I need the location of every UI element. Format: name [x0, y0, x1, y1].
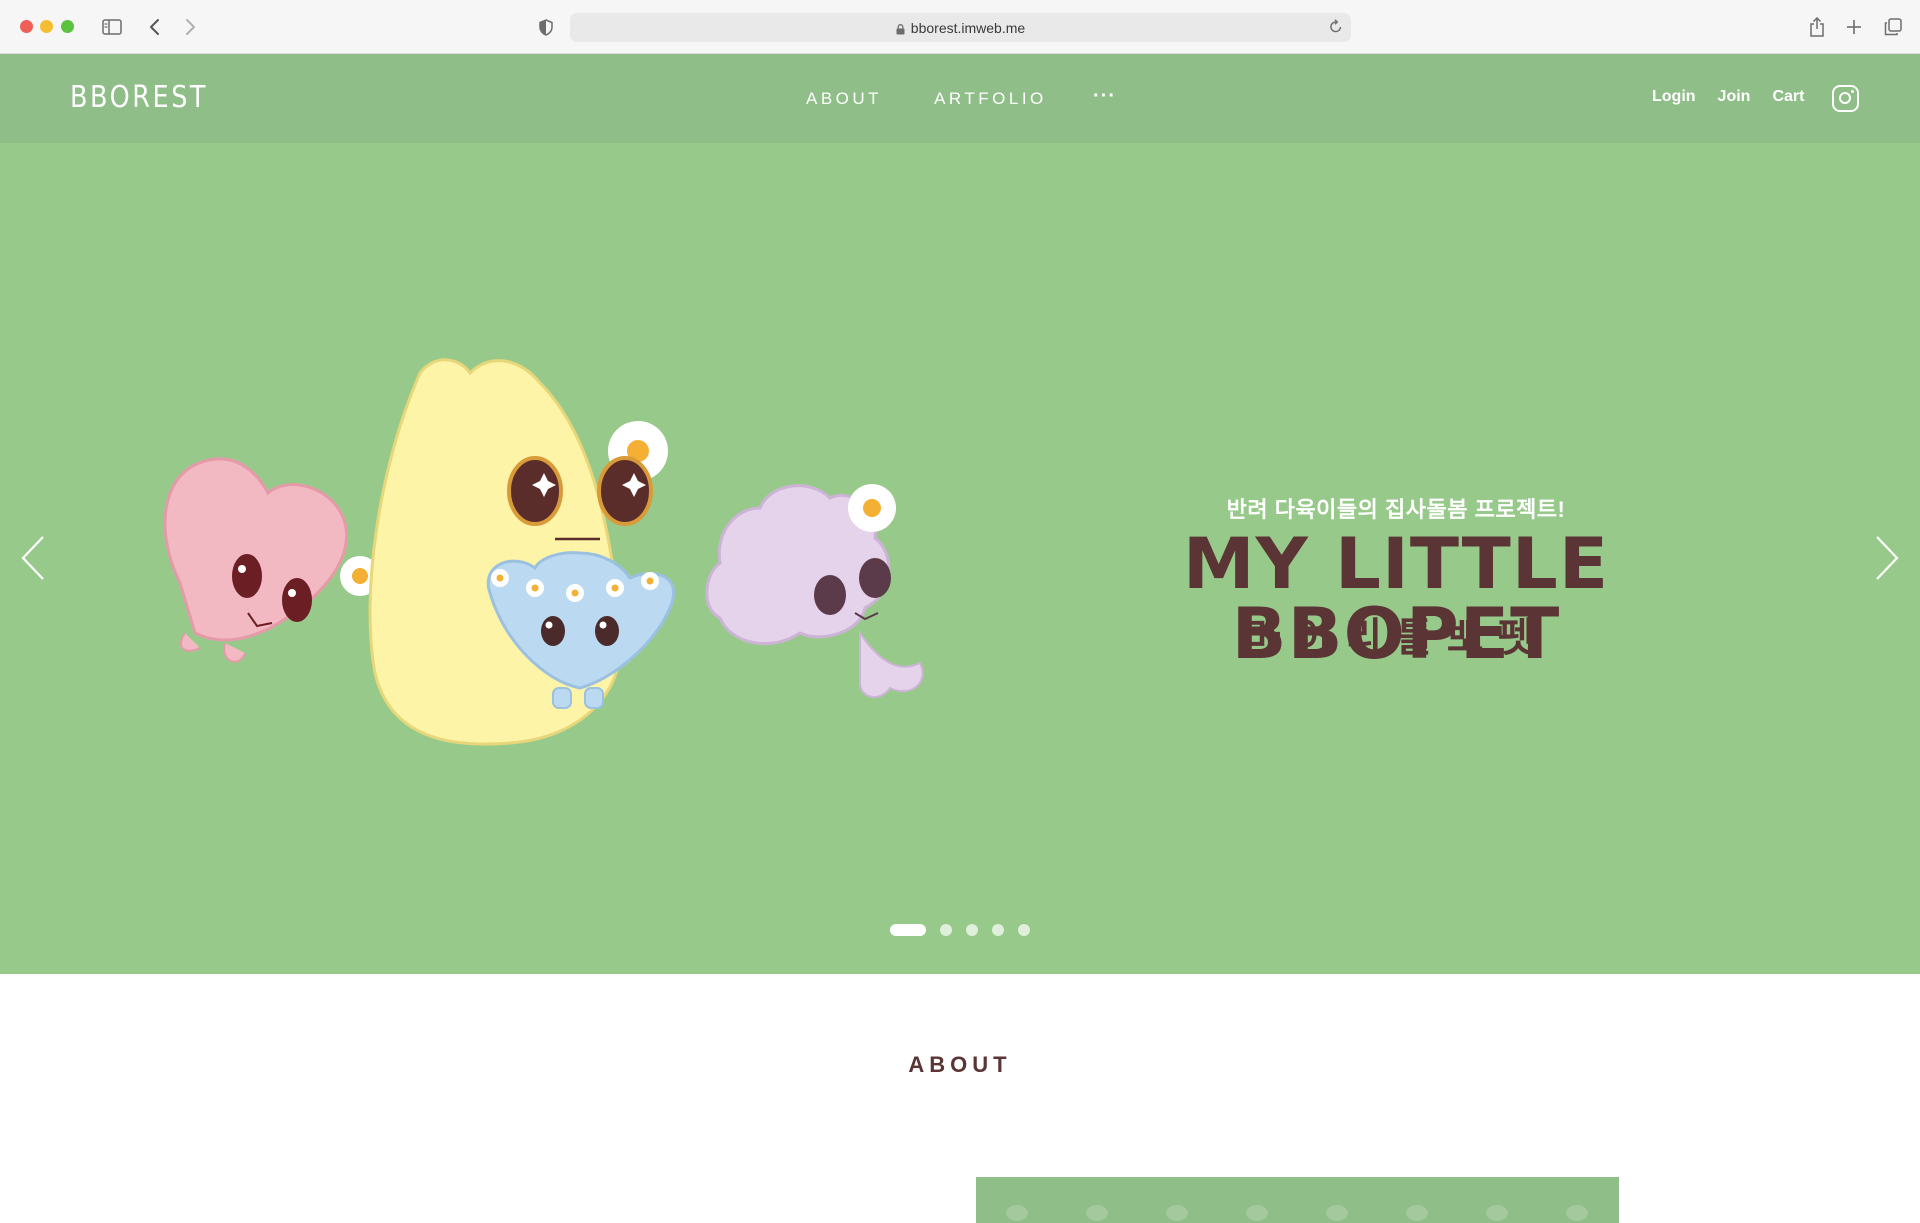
- hero-title-korean: 마이리틀뽀펫: [1243, 616, 1549, 660]
- hero-subtitle: 반려 다육이들의 집사돌봄 프로젝트!: [1226, 497, 1566, 522]
- image-pattern: [1406, 1205, 1428, 1221]
- hero-slider: 반려 다육이들의 집사돌봄 프로젝트! MY LITTLE BBOPET 마이리…: [0, 143, 1920, 974]
- about-section-title: ABOUT: [908, 1052, 1012, 1077]
- slider-prev-arrow-icon[interactable]: [18, 533, 48, 583]
- image-pattern: [1486, 1205, 1508, 1221]
- close-window-button[interactable]: [20, 20, 33, 33]
- tab-overview-icon[interactable]: [1882, 16, 1904, 38]
- user-links: Login Join Cart: [1652, 88, 1804, 106]
- slider-dot-1[interactable]: [890, 924, 926, 936]
- address-bar[interactable]: bborest.imweb.me: [570, 13, 1351, 42]
- slider-dot-3[interactable]: [966, 924, 978, 936]
- back-icon[interactable]: [143, 16, 165, 38]
- instagram-icon[interactable]: [1832, 85, 1859, 112]
- image-pattern: [1006, 1205, 1028, 1221]
- main-nav: ABOUT ARTFOLIO: [806, 89, 1047, 109]
- sidebar-toggle-icon[interactable]: [101, 16, 123, 38]
- yellow-fluffy-character: [368, 358, 668, 746]
- site-logo[interactable]: BBOREST: [70, 80, 208, 115]
- image-pattern: [1086, 1205, 1108, 1221]
- minimize-window-button[interactable]: [40, 20, 53, 33]
- site-header: BBOREST ABOUT ARTFOLIO ··· Login Join Ca…: [0, 54, 1920, 143]
- nav-more-menu[interactable]: ···: [1093, 85, 1116, 108]
- about-image: [976, 1177, 1619, 1223]
- forward-icon[interactable]: [180, 16, 202, 38]
- pink-heart-character: [163, 457, 380, 663]
- cart-link[interactable]: Cart: [1772, 88, 1804, 106]
- join-link[interactable]: Join: [1718, 88, 1751, 106]
- lock-icon: [896, 22, 905, 35]
- slider-next-arrow-icon[interactable]: [1872, 533, 1902, 583]
- purple-flower-character: [705, 484, 924, 698]
- share-icon[interactable]: [1806, 16, 1828, 38]
- image-pattern: [1566, 1205, 1588, 1221]
- image-pattern: [1166, 1205, 1188, 1221]
- slider-dot-4[interactable]: [992, 924, 1004, 936]
- bbopet-characters-illustration: [163, 358, 924, 746]
- browser-toolbar: bborest.imweb.me: [0, 0, 1920, 54]
- nav-artfolio[interactable]: ARTFOLIO: [934, 89, 1047, 109]
- slider-dot-2[interactable]: [940, 924, 952, 936]
- zoom-window-button[interactable]: [61, 20, 74, 33]
- privacy-shield-icon[interactable]: [535, 16, 557, 38]
- reload-icon[interactable]: [1329, 19, 1343, 37]
- slider-dot-5[interactable]: [1018, 924, 1030, 936]
- image-pattern: [1246, 1205, 1268, 1221]
- login-link[interactable]: Login: [1652, 88, 1696, 106]
- nav-about[interactable]: ABOUT: [806, 89, 882, 109]
- image-pattern: [1326, 1205, 1348, 1221]
- slider-pagination: [890, 924, 1030, 936]
- new-tab-icon[interactable]: [1843, 16, 1865, 38]
- url-text: bborest.imweb.me: [910, 19, 1026, 36]
